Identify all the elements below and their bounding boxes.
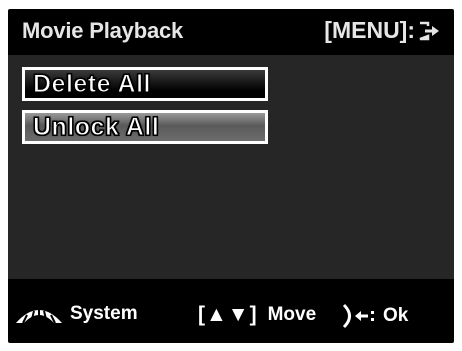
camera-menu-screen: Movie Playback [MENU]: Delete All Unlock…	[8, 9, 454, 343]
move-label: Move	[267, 304, 317, 325]
system-hint[interactable]: System	[14, 303, 138, 325]
mode-dial-icon	[16, 309, 62, 324]
shutter-button-icon	[342, 303, 374, 329]
unlock-all-label: Unlock All	[32, 112, 160, 141]
ok-hint[interactable]: Ok	[341, 303, 408, 329]
page-title: Movie Playback	[22, 18, 184, 43]
unlock-all-button[interactable]: Unlock All	[22, 110, 268, 144]
delete-all-button[interactable]: Delete All	[22, 67, 268, 101]
delete-all-label: Delete All	[32, 69, 152, 98]
system-label: System	[70, 303, 138, 324]
footer-hints: System [▲▼] Move Ok	[8, 303, 454, 343]
move-hint: [▲▼] Move	[198, 303, 316, 327]
menu-exit-label: [MENU]:	[324, 17, 415, 43]
exit-arrow-icon	[419, 21, 439, 40]
menu-exit-hint[interactable]: [MENU]:	[324, 17, 440, 44]
ok-label: Ok	[383, 305, 409, 326]
up-down-arrows-icon: [▲▼]	[198, 303, 258, 326]
